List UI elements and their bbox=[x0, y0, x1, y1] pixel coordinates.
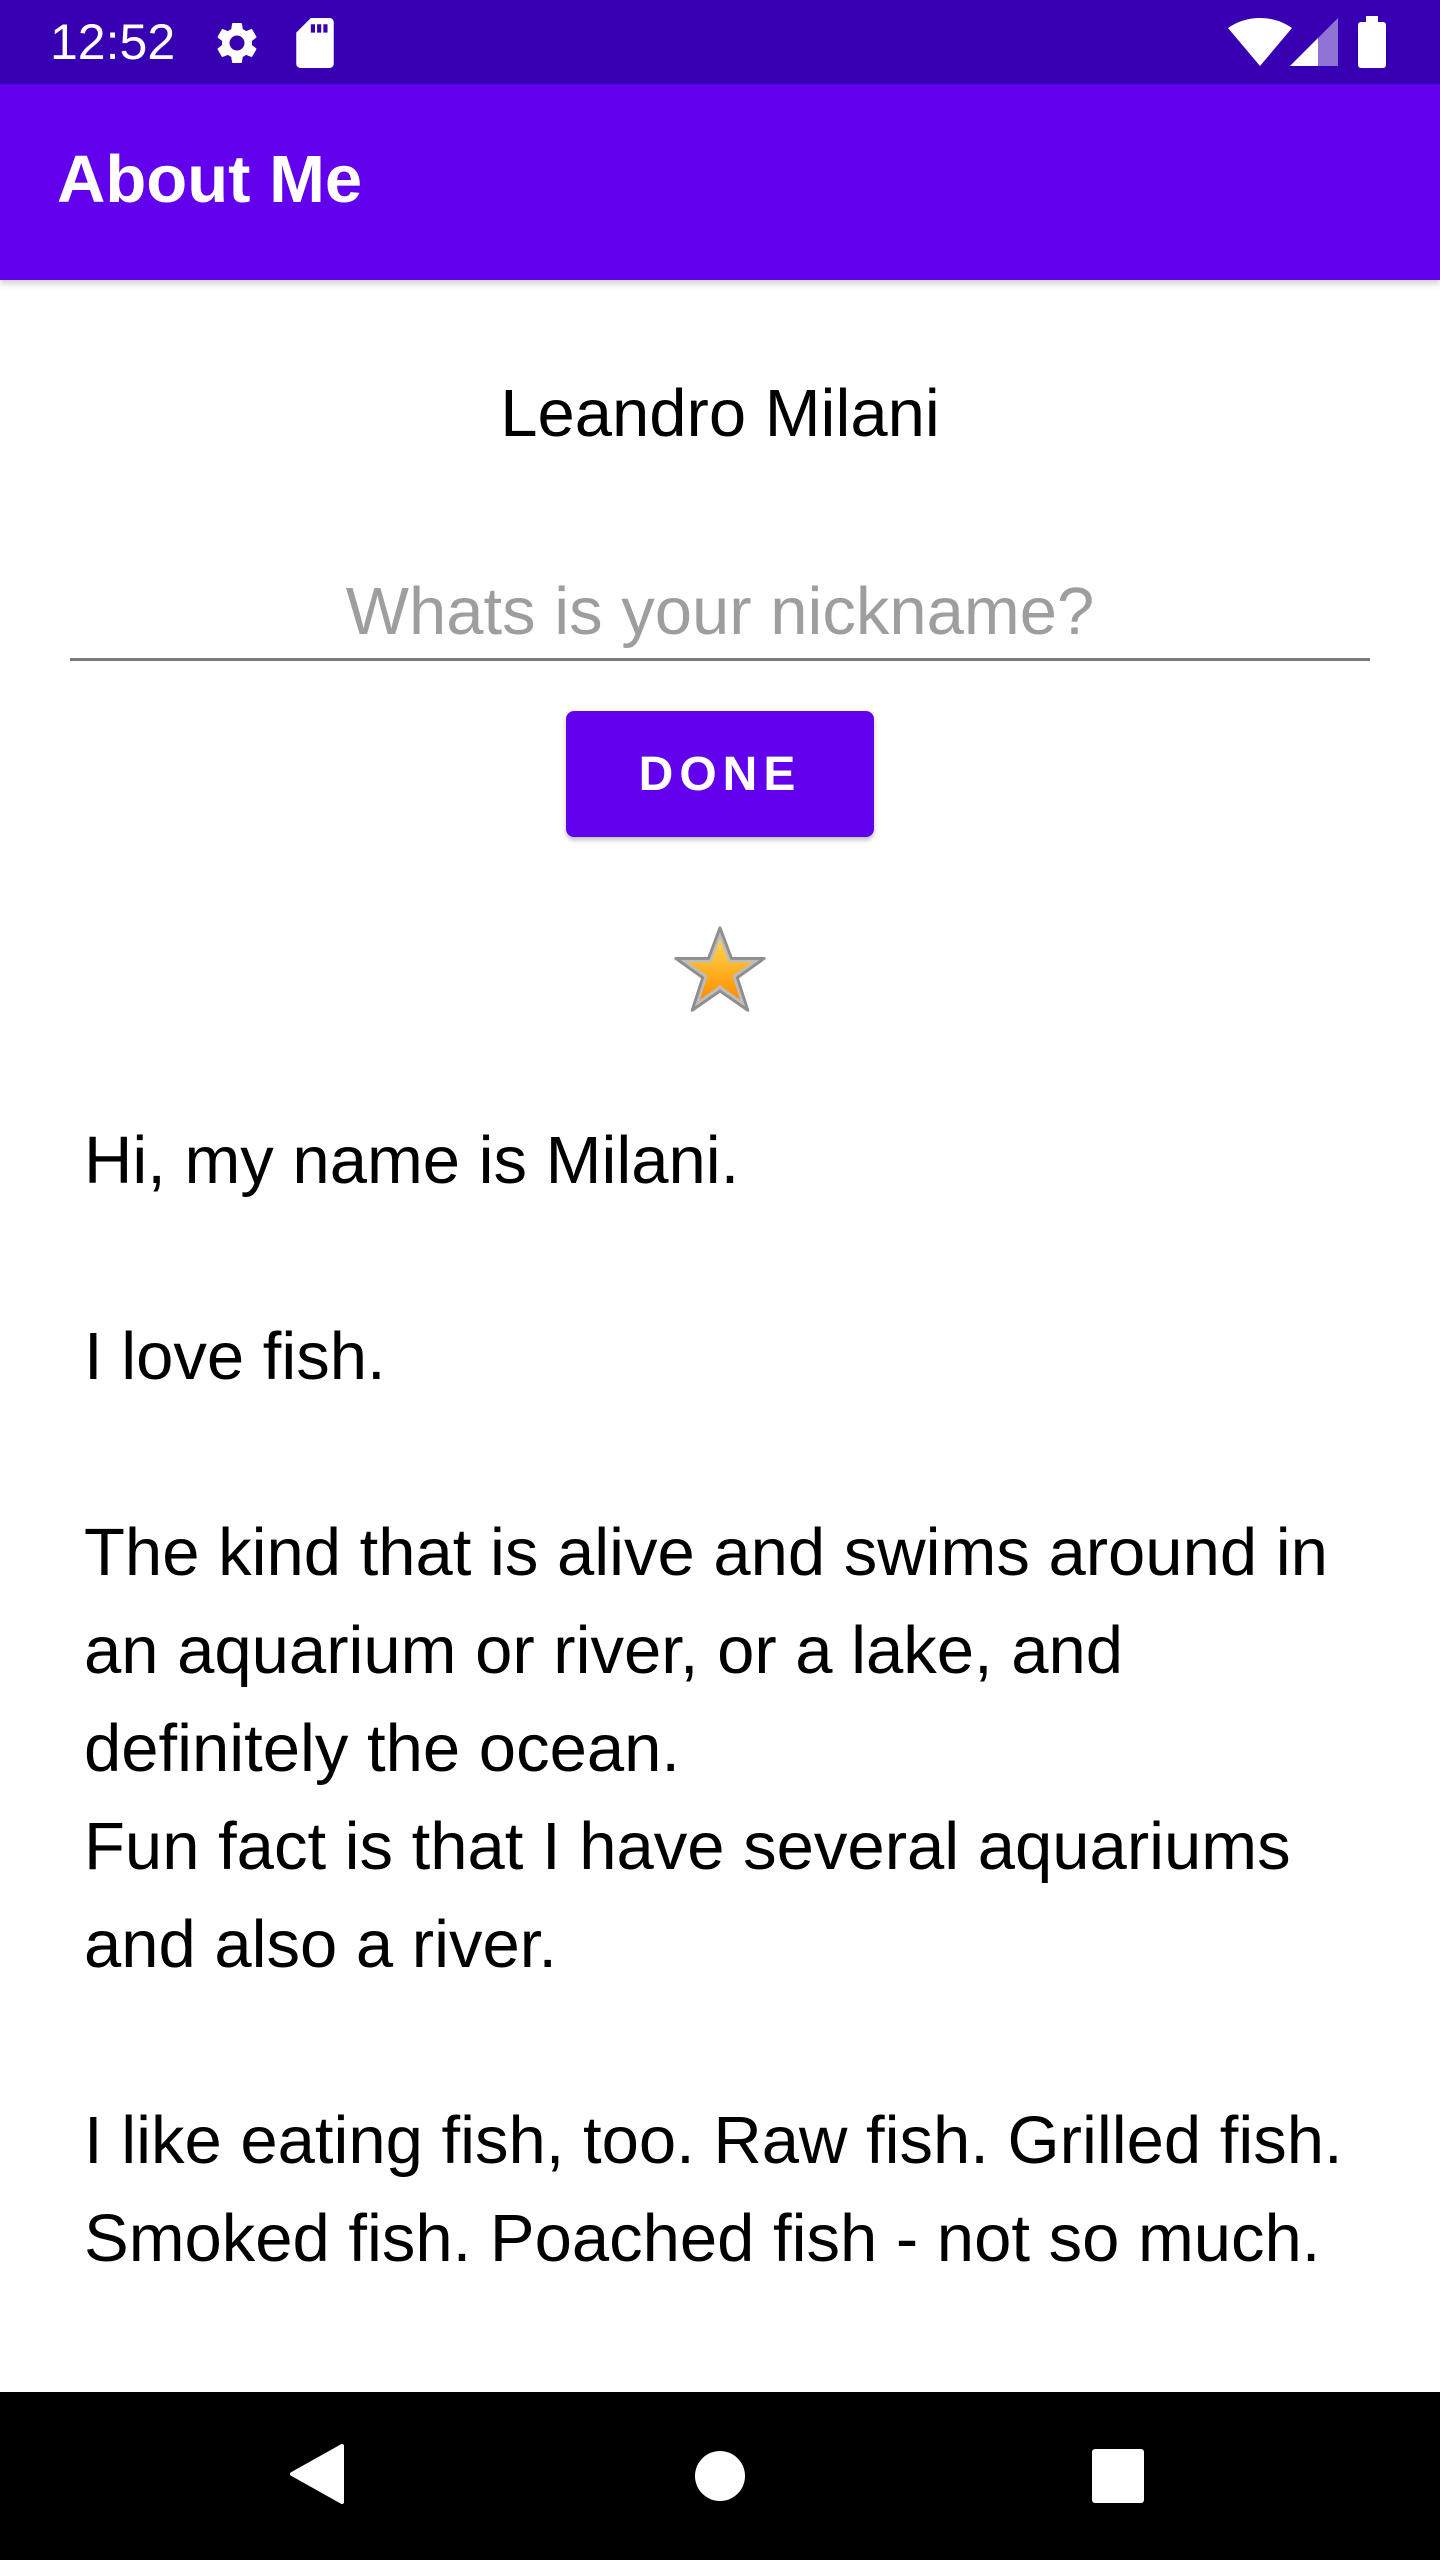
done-button[interactable]: DONE bbox=[566, 711, 874, 837]
app-bar: About Me bbox=[0, 84, 1440, 280]
name-text: Leandro Milani bbox=[500, 376, 940, 451]
star-icon bbox=[674, 926, 766, 1012]
bio-text: Hi, my name is Milani. I love fish. The … bbox=[84, 1123, 1343, 2276]
home-icon[interactable] bbox=[694, 2450, 746, 2502]
nav-bar bbox=[0, 2392, 1440, 2560]
wifi-icon bbox=[1228, 18, 1292, 66]
status-time: 12:52 bbox=[50, 14, 176, 70]
app-title: About Me bbox=[57, 142, 363, 217]
cellular-signal-icon bbox=[1290, 18, 1338, 66]
nickname-input[interactable] bbox=[70, 565, 1370, 661]
battery-icon bbox=[1358, 16, 1386, 68]
settings-icon bbox=[217, 22, 257, 63]
sd-card-icon bbox=[296, 18, 334, 68]
back-icon[interactable] bbox=[290, 2444, 344, 2504]
status-bar: 12:52 bbox=[0, 0, 1440, 84]
recents-icon[interactable] bbox=[1091, 2448, 1145, 2504]
